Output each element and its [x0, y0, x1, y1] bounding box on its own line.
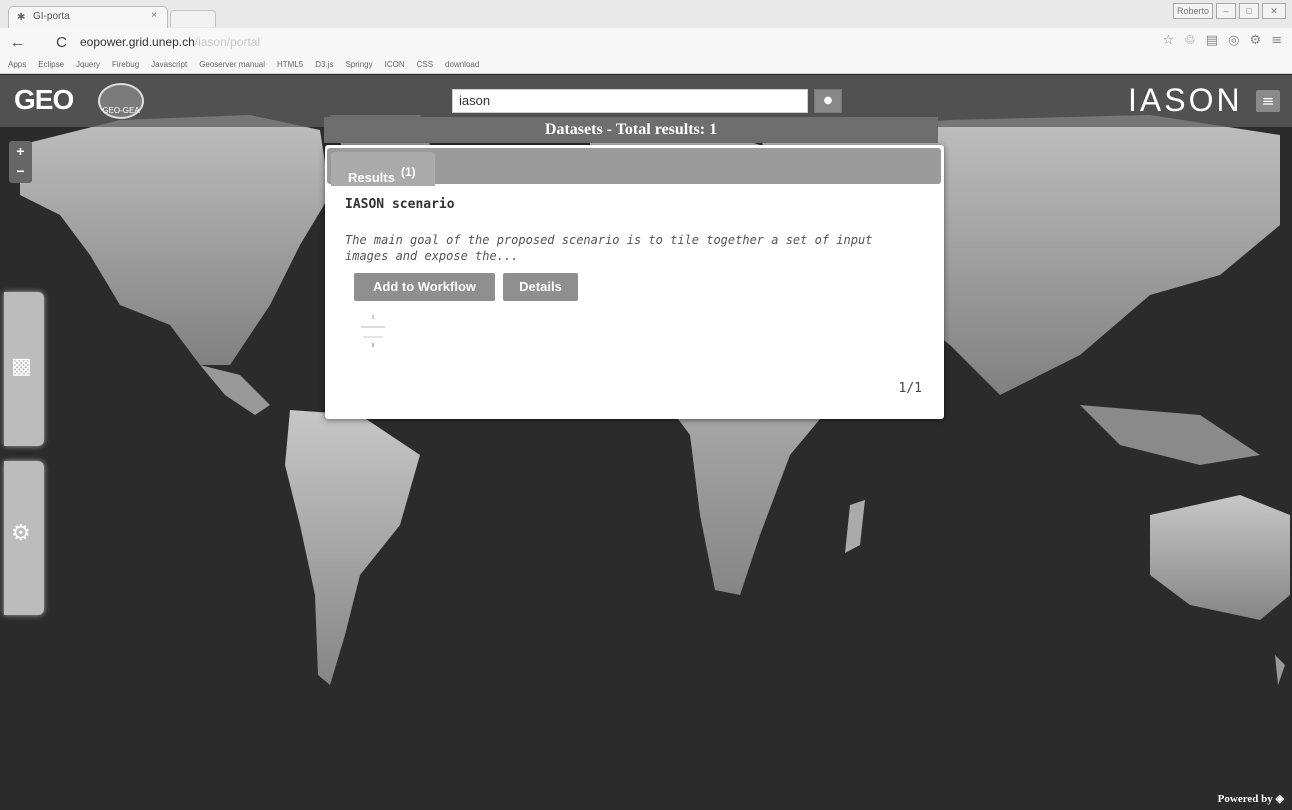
bookmark-springy[interactable]: Springy [345, 60, 372, 69]
pagination-indicator: 1/1 [898, 381, 922, 396]
layers-panel-tab[interactable]: ▩ [4, 292, 44, 446]
favicon-icon: ✱ [17, 12, 26, 23]
details-button[interactable]: Details [503, 273, 578, 301]
zoom-out-button[interactable]: − [9, 161, 32, 181]
maximize-button[interactable]: □ [1239, 3, 1259, 19]
tab-title: GI-porta [33, 11, 70, 22]
geo-logo[interactable]: GEO [14, 84, 74, 116]
reload-icon[interactable]: C [56, 34, 67, 51]
camera-icon[interactable]: ◎ [1228, 33, 1239, 48]
extension-icon[interactable]: ♲ [1184, 33, 1196, 48]
hamburger-icon: ≡ [1261, 92, 1275, 110]
browser-tab-strip: ✱ GI-porta × Roberto – □ ✕ [0, 0, 1292, 28]
dialog-title: Datasets - Total results: 1 [324, 117, 938, 143]
menu-button[interactable]: ≡ [1256, 90, 1280, 112]
bookmark-javascript[interactable]: Javascript [151, 60, 187, 69]
settings-icon[interactable]: ⚙ [1249, 33, 1261, 48]
cube-icon: ◈ [1275, 793, 1284, 805]
add-to-workflow-button[interactable]: Add to Workflow [354, 273, 495, 301]
search-input[interactable]: iason [452, 89, 808, 113]
bookmark-jquery[interactable]: Jquery [76, 60, 100, 69]
zoom-control: + − [9, 141, 32, 183]
bookmark-geoserver[interactable]: Geoserver manual [199, 60, 265, 69]
result-title[interactable]: IASON scenario [345, 197, 455, 212]
bookmark-eclipse[interactable]: Eclipse [38, 60, 64, 69]
chrome-menu-icon[interactable]: ≡ [1271, 33, 1282, 48]
bookmarks-bar: Apps Eclipse Jquery Firebug Javascript G… [0, 56, 1292, 74]
geo-gea-logo[interactable]: GEO-GEA [98, 83, 144, 119]
workflow-panel-tab[interactable]: ⚙ [4, 461, 44, 615]
search-icon: ● [823, 95, 833, 106]
tab-close-icon[interactable]: × [151, 10, 157, 21]
layers-icon: ▩ [11, 354, 32, 379]
address-bar[interactable]: eopower.grid.unep.ch/iason/portal [80, 32, 1150, 52]
bookmark-download[interactable]: download [445, 60, 479, 69]
star-icon[interactable]: ☆ [1162, 33, 1174, 48]
bookmark-d3[interactable]: D3.js [315, 60, 333, 69]
back-arrow-icon[interactable]: ← [10, 34, 25, 51]
bookmark-apps[interactable]: Apps [8, 60, 26, 69]
results-tab-bar: Results (1) [327, 148, 941, 186]
browser-tab[interactable]: ✱ GI-porta × [8, 6, 168, 28]
new-tab-button[interactable] [170, 10, 216, 27]
extension-icons: ☆ ♲ ▤ ◎ ⚙ ≡ [1162, 33, 1282, 48]
gears-icon: ⚙ [11, 521, 31, 546]
powered-by-label: Powered by ◈ [1218, 792, 1284, 805]
bookmark-html5[interactable]: HTML5 [277, 60, 303, 69]
search-button[interactable]: ● [814, 89, 842, 113]
bookmark-icon[interactable]: ICON [385, 60, 405, 69]
tab-results-label: Results [348, 170, 395, 185]
zoom-in-button[interactable]: + [9, 141, 32, 161]
url-host: eopower.grid.unep.ch [80, 35, 195, 49]
window-controls: Roberto – □ ✕ [1173, 3, 1286, 19]
profile-button[interactable]: Roberto [1173, 3, 1213, 19]
result-description: The main goal of the proposed scenario i… [345, 233, 873, 263]
iason-logo[interactable]: IASON [1128, 82, 1243, 119]
close-window-button[interactable]: ✕ [1262, 3, 1286, 19]
browser-toolbar: ← C eopower.grid.unep.ch/iason/portal ☆ … [0, 28, 1292, 56]
bookmark-css[interactable]: CSS [417, 60, 433, 69]
results-count-badge: (1) [400, 165, 416, 179]
tab-results[interactable]: Results (1) [331, 152, 435, 186]
result-thumbnail [361, 315, 385, 347]
bookmark-firebug[interactable]: Firebug [112, 60, 139, 69]
minimize-button[interactable]: – [1216, 3, 1236, 19]
results-dialog: Results (1) IASON scenario The main goal … [325, 145, 944, 419]
cast-icon[interactable]: ▤ [1206, 33, 1218, 48]
url-path: /iason/portal [194, 35, 261, 49]
powered-by-text: Powered by [1217, 793, 1273, 805]
